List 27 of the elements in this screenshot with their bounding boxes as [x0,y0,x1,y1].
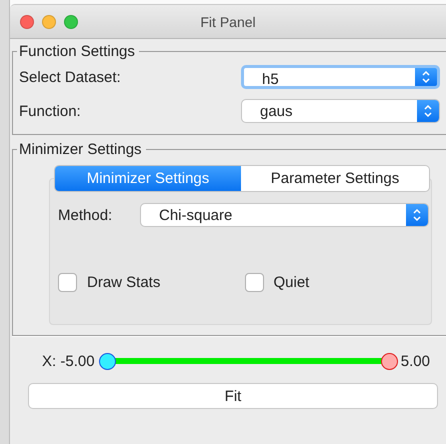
range-slider[interactable] [98,352,397,370]
tab[interactable]: Minimizer Settings [55,166,241,191]
group-title: Function Settings [18,43,136,60]
stepper-icon [424,104,432,118]
stepper-icon [422,70,430,84]
dropdown[interactable]: Chi-square [140,203,429,227]
range-reading: 5.00 [400,352,430,370]
range-label: X: -5.00 [42,352,95,370]
field-label: Select Dataset: [19,68,122,86]
field-label: Function: [19,102,82,120]
checkbox[interactable] [244,273,264,292]
dropdown[interactable]: gaus [241,99,440,123]
minimize-icon[interactable] [42,14,56,28]
close-icon[interactable] [20,14,34,28]
checkbox[interactable] [58,273,77,292]
window-title: Fit Panel [199,14,257,30]
tab[interactable]: Parameter Settings [241,166,429,191]
field-label: Method: [58,206,114,224]
slider-handle[interactable] [98,352,116,370]
fit-button[interactable]: Fit [28,383,438,409]
stepper-icon [413,208,421,222]
zoom-icon[interactable] [64,14,78,28]
checkbox-label: Draw Stats [87,274,160,291]
slider-handle[interactable] [380,352,398,370]
dropdown[interactable]: h5 [241,65,440,89]
group-title: Minimizer Settings [18,141,143,158]
checkbox-label: Quiet [274,274,310,291]
